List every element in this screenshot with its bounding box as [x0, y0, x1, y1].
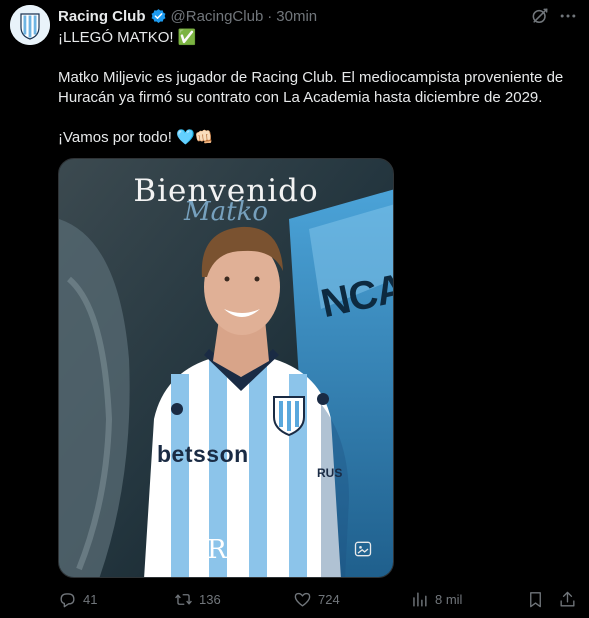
bookmark-icon [530, 592, 541, 608]
verified-badge-icon [151, 8, 165, 23]
account-handle[interactable]: @RacingClub [171, 8, 264, 25]
sleeve-sponsor: RUS [317, 466, 343, 480]
views-icon [413, 592, 427, 607]
post-text-headline: ¡LLEGÓ MATKO! ✅ [58, 29, 197, 46]
heart-icon [294, 592, 311, 607]
account-name[interactable]: Racing Club [58, 8, 146, 25]
reply-button[interactable]: 41 [58, 590, 97, 609]
reply-count: 41 [83, 592, 98, 607]
separator-dot: · [267, 7, 273, 25]
repost-count: 136 [199, 592, 221, 607]
club-monogram: R [207, 535, 227, 565]
reply-icon [60, 593, 75, 608]
avatar[interactable] [10, 5, 50, 45]
post-media-image[interactable]: NCA Bienvenido Matko betsson RUS R [58, 158, 394, 578]
bookmark-button[interactable] [526, 590, 545, 609]
post-time[interactable]: 30min [276, 8, 317, 25]
media-subtitle: Matko [184, 197, 268, 227]
post-text-body: Matko Miljevic es jugador de Racing Club… [58, 69, 564, 106]
post-header: Racing Club @RacingClub · 30min [58, 6, 317, 26]
repost-icon [175, 594, 192, 605]
post-text-closing: ¡Vamos por todo! 🩵👊🏻 [58, 129, 214, 146]
like-count: 724 [318, 592, 340, 607]
grok-icon[interactable] [530, 6, 550, 26]
image-edit-icon[interactable] [353, 539, 373, 559]
views-count: 8 mil [435, 592, 463, 607]
repost-button[interactable]: 136 [174, 590, 221, 609]
share-icon [560, 591, 575, 607]
action-bar: 41 136 724 8 mil [0, 590, 589, 612]
shirt-sponsor: betsson [157, 441, 249, 467]
like-button[interactable]: 724 [293, 590, 340, 609]
share-button[interactable] [558, 590, 577, 609]
racing-club-crest-icon [10, 5, 50, 45]
more-icon[interactable] [558, 6, 578, 26]
views-button[interactable]: 8 mil [410, 590, 462, 609]
